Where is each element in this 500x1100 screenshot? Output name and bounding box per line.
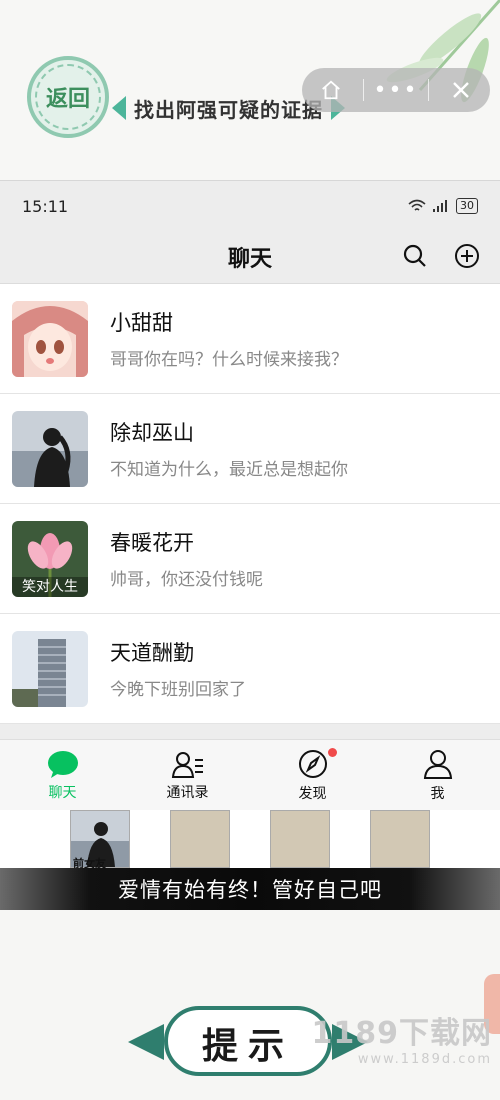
status-bar: 15:11 30 (0, 181, 500, 231)
contacts-icon (171, 752, 203, 778)
watermark-main: 1189下载网 (311, 1016, 492, 1051)
tab-label: 通讯录 (166, 785, 209, 801)
chat-body: 除却巫山 不知道为什么，最近总是想起你 (110, 417, 348, 480)
status-icons: 30 (408, 198, 478, 214)
chat-body: 春暖花开 帅哥，你还没付钱呢 (110, 527, 263, 590)
signal-icon (433, 200, 447, 212)
avatar-building (12, 630, 88, 707)
watermark-sub: www.1189d.com (357, 1052, 492, 1067)
chat-preview: 今晚下班别回家了 (110, 680, 246, 700)
evidence-slot-found[interactable]: 前女友 (70, 810, 130, 870)
miniprogram-capsule: ••• (302, 68, 490, 112)
tab-label: 我 (430, 786, 445, 802)
avatar-silhouette (12, 410, 88, 487)
avatar-caption: 笑对人生 (12, 576, 88, 597)
home-button[interactable] (306, 68, 356, 112)
hint-left-wing-icon (128, 1024, 164, 1060)
hint-message: 爱情有始有终！管好自己吧 (118, 878, 382, 902)
chat-item-chunnuanhuakai[interactable]: 笑对人生 春暖花开 帅哥，你还没付钱呢 (0, 504, 500, 614)
tab-chats[interactable]: 聊天 (0, 740, 125, 812)
game-top-bar: 返回 找出阿强可疑的证据 ••• (0, 0, 500, 180)
close-icon (453, 82, 470, 98)
evidence-slot-empty[interactable] (270, 810, 330, 868)
tab-contacts[interactable]: 通讯录 (125, 740, 250, 812)
evidence-slot-empty[interactable] (370, 810, 430, 868)
chat-name: 春暖花开 (110, 531, 194, 555)
hint-button-label: 提示 (201, 1025, 294, 1067)
avatar-anime-girl (12, 300, 88, 377)
person-icon (423, 750, 452, 779)
back-button-label: 返回 (35, 64, 101, 130)
phone-screen: 15:11 30 聊天 小甜甜 哥哥你在吗？什么时候来接我？ 除却巫山 不知道为… (0, 180, 500, 812)
home-icon (321, 80, 340, 100)
header-actions (400, 241, 482, 271)
chat-list: 小甜甜 哥哥你在吗？什么时候来接我？ 除却巫山 不知道为什么，最近总是想起你 笑… (0, 284, 500, 724)
chat-bubble-icon (47, 751, 78, 778)
hint-message-bar: 爱情有始有终！管好自己吧 (0, 868, 500, 910)
battery-indicator: 30 (456, 198, 478, 214)
chat-preview: 帅哥，你还没付钱呢 (110, 570, 263, 590)
plus-circle-icon (455, 244, 479, 268)
chat-item-tiandaochouqin[interactable]: 天道酬勤 今晚下班别回家了 (0, 614, 500, 724)
page-title: 聊天 (227, 247, 272, 272)
watermark: 1189下载网 www.1189d.com (312, 1008, 493, 1067)
chat-header: 聊天 (0, 231, 500, 284)
banner-left-chevron-icon (112, 96, 126, 120)
tab-label: 发现 (298, 786, 327, 802)
chat-preview: 哥哥你在吗？什么时候来接我？ (110, 350, 348, 370)
bottom-tab-bar: 聊天 通讯录 发现 我 (0, 739, 500, 812)
tab-me[interactable]: 我 (375, 740, 500, 812)
more-dots-icon: ••• (373, 77, 419, 103)
status-time: 15:11 (22, 196, 69, 216)
chat-item-chuquewushan[interactable]: 除却巫山 不知道为什么，最近总是想起你 (0, 394, 500, 504)
notification-dot (328, 748, 337, 757)
bottom-area: 提示 1189下载网 www.1189d.com (0, 910, 500, 1100)
tab-label: 聊天 (48, 785, 77, 801)
compass-icon (298, 750, 327, 778)
wifi-icon (408, 199, 426, 211)
tab-discover[interactable]: 发现 (250, 740, 375, 812)
evidence-slot-empty[interactable] (170, 810, 230, 868)
close-button[interactable] (436, 68, 486, 112)
avatar-lotus: 笑对人生 (12, 520, 88, 597)
more-button[interactable]: ••• (371, 68, 421, 112)
chat-name: 天道酬勤 (110, 641, 194, 665)
task-title: 找出阿强可疑的证据 (134, 97, 323, 122)
chat-name: 小甜甜 (110, 311, 173, 335)
capsule-divider (362, 79, 364, 101)
search-button[interactable] (400, 241, 430, 271)
search-icon (403, 244, 426, 267)
add-button[interactable] (452, 241, 482, 271)
chat-preview: 不知道为什么，最近总是想起你 (110, 460, 348, 480)
capsule-divider (428, 79, 430, 101)
back-button[interactable]: 返回 (27, 56, 109, 138)
chat-item-xiaotiantian[interactable]: 小甜甜 哥哥你在吗？什么时候来接我？ (0, 284, 500, 394)
chat-body: 小甜甜 哥哥你在吗？什么时候来接我？ (110, 307, 348, 370)
evidence-strip: 前女友 (0, 810, 500, 870)
chat-name: 除却巫山 (110, 421, 194, 445)
chat-body: 天道酬勤 今晚下班别回家了 (110, 637, 246, 700)
